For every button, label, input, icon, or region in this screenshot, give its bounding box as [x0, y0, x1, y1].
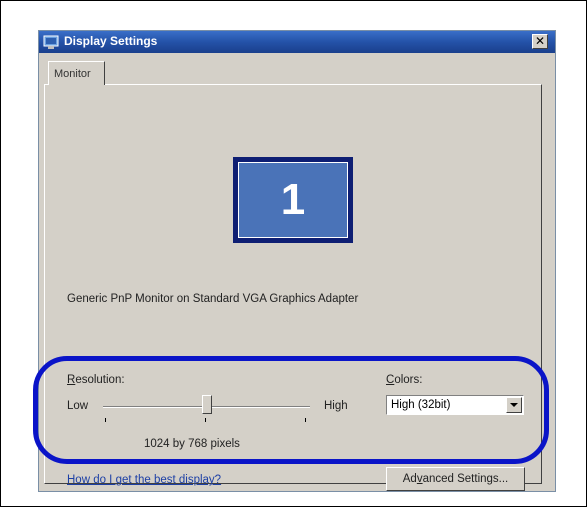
- highlight-oval: [33, 356, 549, 464]
- advanced-settings-button[interactable]: Advanced Settings...: [386, 467, 525, 491]
- window-title: Display Settings: [64, 34, 158, 48]
- tab-monitor-label: Monitor: [54, 68, 91, 80]
- monitor-preview[interactable]: 1: [233, 157, 353, 243]
- close-button[interactable]: ✕: [532, 34, 548, 49]
- title-bar[interactable]: Display Settings ✕: [39, 31, 555, 53]
- advanced-settings-post: anced Settings...: [422, 473, 509, 485]
- help-link[interactable]: How do I get the best display?: [67, 474, 221, 486]
- close-icon: ✕: [534, 34, 546, 48]
- monitor-adapter-label: Generic PnP Monitor on Standard VGA Grap…: [67, 293, 359, 305]
- advanced-settings-pre: Ad: [402, 473, 417, 485]
- display-settings-icon: [43, 35, 59, 49]
- monitor-number: 1: [238, 162, 348, 238]
- tab-monitor[interactable]: Monitor: [48, 61, 105, 85]
